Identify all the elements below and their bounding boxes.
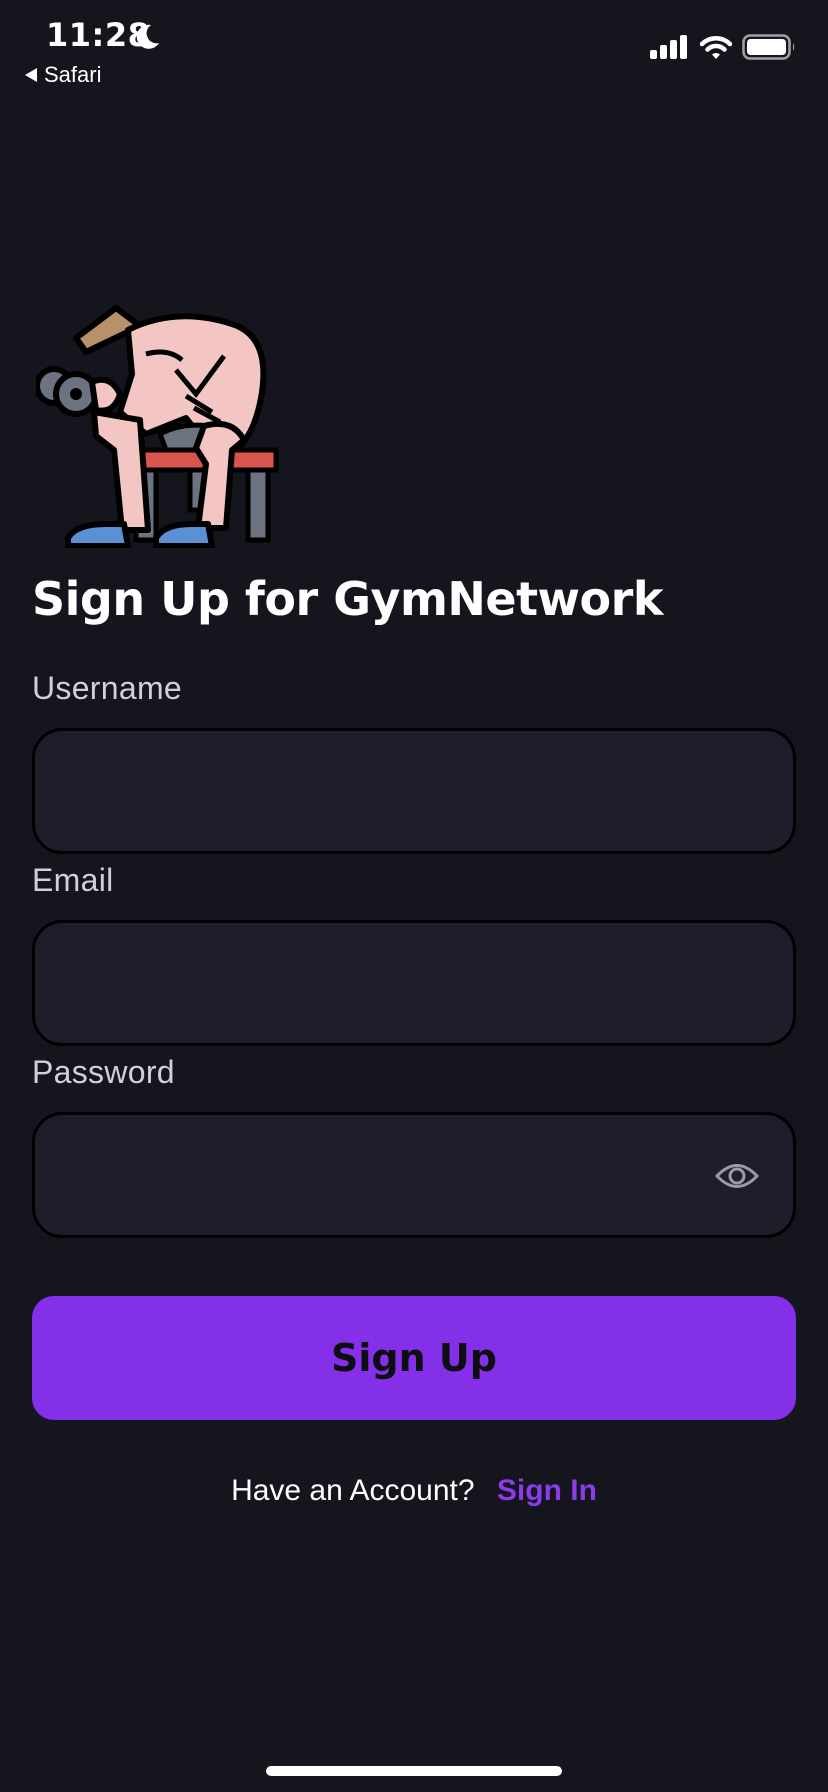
email-label: Email: [32, 862, 114, 898]
page-title: Sign Up for GymNetwork: [32, 572, 663, 626]
password-label: Password: [32, 1054, 175, 1090]
username-input[interactable]: [35, 731, 793, 851]
sign-in-link[interactable]: Sign In: [497, 1474, 597, 1507]
have-account-text: Have an Account?: [231, 1474, 475, 1507]
cellular-signal-icon: [650, 35, 687, 59]
moon-icon: [136, 24, 159, 49]
signup-screen: 11:28 Safari Sign Up for GymNetwork User…: [0, 0, 828, 1792]
sign-up-button[interactable]: Sign Up: [32, 1296, 796, 1420]
email-input[interactable]: [35, 923, 793, 1043]
back-caret-icon: [25, 68, 37, 82]
username-label: Username: [32, 670, 183, 706]
back-to-app-button[interactable]: Safari: [24, 62, 101, 88]
email-field[interactable]: [32, 920, 796, 1046]
bodybuilder-dumbbell-icon: [36, 305, 279, 548]
password-field[interactable]: [32, 1112, 796, 1238]
eye-icon[interactable]: [715, 1159, 759, 1193]
sign-in-prompt: Have an Account? Sign In: [0, 1474, 828, 1508]
back-app-label: Safari: [44, 62, 102, 87]
battery-icon: [742, 34, 795, 60]
username-field[interactable]: [32, 728, 796, 854]
wifi-icon: [700, 36, 732, 59]
home-indicator[interactable]: [266, 1766, 562, 1776]
password-input[interactable]: [35, 1115, 793, 1235]
status-indicators: [650, 34, 796, 60]
